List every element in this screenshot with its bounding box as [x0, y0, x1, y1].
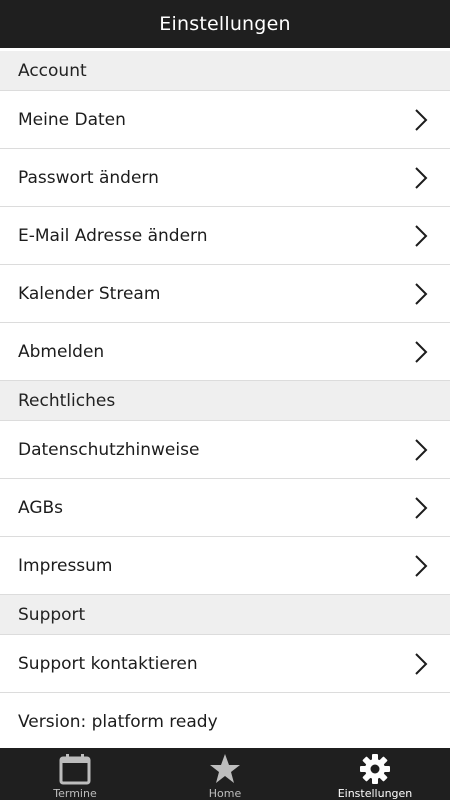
tab-einstellungen[interactable]: Einstellungen	[300, 748, 450, 800]
settings-list: Account Meine Daten Passwort ändern E-Ma…	[0, 48, 450, 748]
settings-item-email-aendern[interactable]: E-Mail Adresse ändern	[0, 207, 450, 265]
chevron-right-icon	[415, 166, 428, 189]
chevron-right-icon	[415, 108, 428, 131]
page-title: Einstellungen	[159, 13, 291, 35]
chevron-right-icon	[415, 554, 428, 577]
settings-item-abmelden[interactable]: Abmelden	[0, 323, 450, 381]
chevron-right-icon	[415, 340, 428, 363]
settings-item-meine-daten[interactable]: Meine Daten	[0, 91, 450, 149]
tab-label: Home	[208, 787, 242, 800]
settings-item-label: AGBs	[18, 497, 64, 518]
tab-label: Termine	[53, 787, 97, 800]
version-text: Version: platform ready	[18, 712, 218, 732]
settings-item-passwort-aendern[interactable]: Passwort ändern	[0, 149, 450, 207]
settings-item-datenschutz[interactable]: Datenschutzhinweise	[0, 421, 450, 479]
star-icon	[210, 754, 240, 783]
chevron-right-icon	[415, 224, 428, 247]
tab-home[interactable]: Home	[150, 748, 300, 800]
section-title: Account	[18, 60, 87, 81]
section-title: Support	[18, 604, 86, 625]
chevron-right-icon	[415, 496, 428, 519]
settings-item-agbs[interactable]: AGBs	[0, 479, 450, 537]
section-header-rechtliches: Rechtliches	[0, 381, 450, 421]
chevron-right-icon	[415, 438, 428, 461]
settings-item-label: Impressum	[18, 555, 113, 576]
version-row: Version: platform ready	[0, 693, 450, 748]
settings-item-label: Passwort ändern	[18, 167, 159, 188]
calendar-icon	[59, 754, 91, 785]
settings-item-impressum[interactable]: Impressum	[0, 537, 450, 595]
settings-item-label: Support kontaktieren	[18, 653, 198, 674]
chevron-right-icon	[415, 652, 428, 675]
section-header-account: Account	[0, 51, 450, 91]
tab-termine[interactable]: Termine	[0, 748, 150, 800]
settings-item-label: E-Mail Adresse ändern	[18, 225, 208, 246]
section-title: Rechtliches	[18, 390, 116, 411]
bottom-tab-bar: Termine Home Einstellungen	[0, 748, 450, 800]
section-header-support: Support	[0, 595, 450, 635]
settings-item-label: Abmelden	[18, 341, 105, 362]
settings-item-kalender-stream[interactable]: Kalender Stream	[0, 265, 450, 323]
app-header: Einstellungen	[0, 0, 450, 48]
settings-item-label: Kalender Stream	[18, 283, 161, 304]
settings-item-label: Datenschutzhinweise	[18, 439, 200, 460]
tab-label: Einstellungen	[337, 787, 413, 800]
gear-icon	[360, 754, 390, 784]
chevron-right-icon	[415, 282, 428, 305]
settings-item-support-kontaktieren[interactable]: Support kontaktieren	[0, 635, 450, 693]
settings-item-label: Meine Daten	[18, 109, 126, 130]
